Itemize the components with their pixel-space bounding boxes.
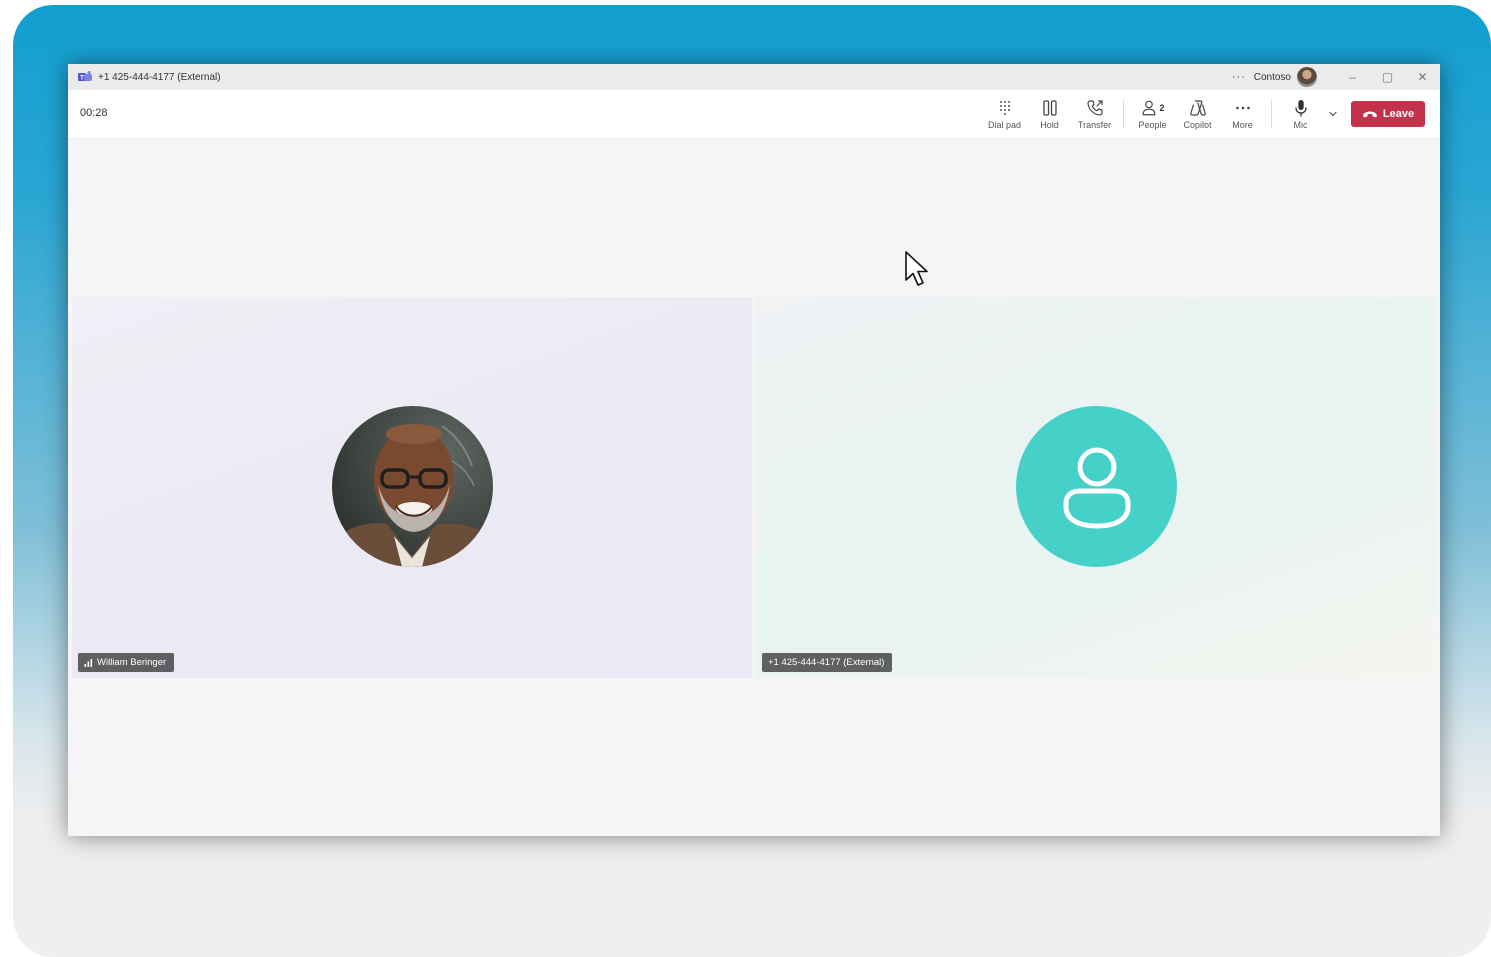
participant-photo-avatar	[332, 406, 493, 567]
dialpad-label: Dial pad	[987, 120, 1022, 130]
title-bar-controls: ··· Contoso – ▢ ✕	[1232, 64, 1440, 90]
presentation-frame: T +1 425-444-4177 (External) ··· Contoso…	[13, 5, 1491, 957]
participant-name: +1 425-444-4177 (External)	[768, 657, 885, 668]
call-toolbar: 00:28 Dial pad Hold Transfer 2 People Co…	[68, 90, 1440, 139]
participant-name-tag: +1 425-444-4177 (External)	[762, 653, 893, 672]
mouse-cursor-icon	[905, 251, 928, 286]
transfer-button[interactable]: Transfer	[1072, 90, 1117, 138]
close-button[interactable]: ✕	[1405, 70, 1440, 84]
dialpad-icon	[999, 101, 1010, 115]
dialpad-button[interactable]: Dial pad	[982, 90, 1027, 138]
person-icon	[1063, 447, 1130, 528]
restore-button[interactable]: ▢	[1370, 70, 1405, 84]
teams-logo-icon: T	[78, 71, 92, 82]
transfer-label: Transfer	[1077, 120, 1112, 130]
mic-label: Mic	[1293, 120, 1308, 130]
hold-button[interactable]: Hold	[1027, 90, 1072, 138]
copilot-icon	[1189, 100, 1206, 116]
signal-strength-icon	[84, 659, 93, 667]
people-icon-group: 2	[1140, 98, 1165, 118]
copilot-button[interactable]: Copilot	[1175, 90, 1220, 138]
mic-options-button[interactable]	[1323, 90, 1343, 138]
participant-name: William Beringer	[97, 657, 167, 668]
chevron-down-icon	[1329, 111, 1337, 117]
call-controls: Dial pad Hold Transfer 2 People Copilot …	[982, 90, 1425, 138]
people-icon	[1143, 100, 1156, 116]
window-title: +1 425-444-4177 (External)	[98, 71, 221, 83]
mic-button[interactable]: Mic	[1278, 90, 1323, 138]
participant-generic-avatar	[1016, 406, 1177, 567]
person-photo	[332, 406, 493, 567]
toolbar-divider	[1271, 100, 1272, 128]
hold-label: Hold	[1040, 120, 1059, 130]
call-timer: 00:28	[80, 107, 108, 119]
people-count: 2	[1159, 103, 1165, 113]
hang-up-icon	[1363, 111, 1377, 118]
leave-label: Leave	[1382, 108, 1415, 120]
title-bar: T +1 425-444-4177 (External) ··· Contoso…	[68, 64, 1440, 90]
toolbar-divider	[1123, 100, 1124, 128]
user-avatar[interactable]	[1297, 67, 1317, 87]
participant-tile[interactable]: +1 425-444-4177 (External)	[756, 297, 1436, 678]
more-label: More	[1232, 120, 1253, 130]
participant-tile[interactable]: William Beringer	[72, 297, 752, 678]
more-icon	[1235, 106, 1250, 110]
more-button[interactable]: More	[1220, 90, 1265, 138]
copilot-label: Copilot	[1183, 120, 1212, 130]
org-name: Contoso	[1253, 71, 1291, 83]
leave-button[interactable]: Leave	[1351, 101, 1425, 127]
microphone-icon	[1294, 100, 1307, 117]
people-label: People	[1138, 120, 1167, 130]
teams-call-window: T +1 425-444-4177 (External) ··· Contoso…	[68, 64, 1440, 836]
phone-transfer-icon	[1086, 100, 1103, 116]
people-button[interactable]: 2 People	[1130, 90, 1175, 138]
participant-name-tag: William Beringer	[78, 653, 175, 672]
title-more-button[interactable]: ···	[1232, 71, 1246, 83]
svg-text:T: T	[80, 75, 84, 82]
minimize-button[interactable]: –	[1335, 70, 1370, 84]
pause-icon	[1042, 100, 1057, 116]
